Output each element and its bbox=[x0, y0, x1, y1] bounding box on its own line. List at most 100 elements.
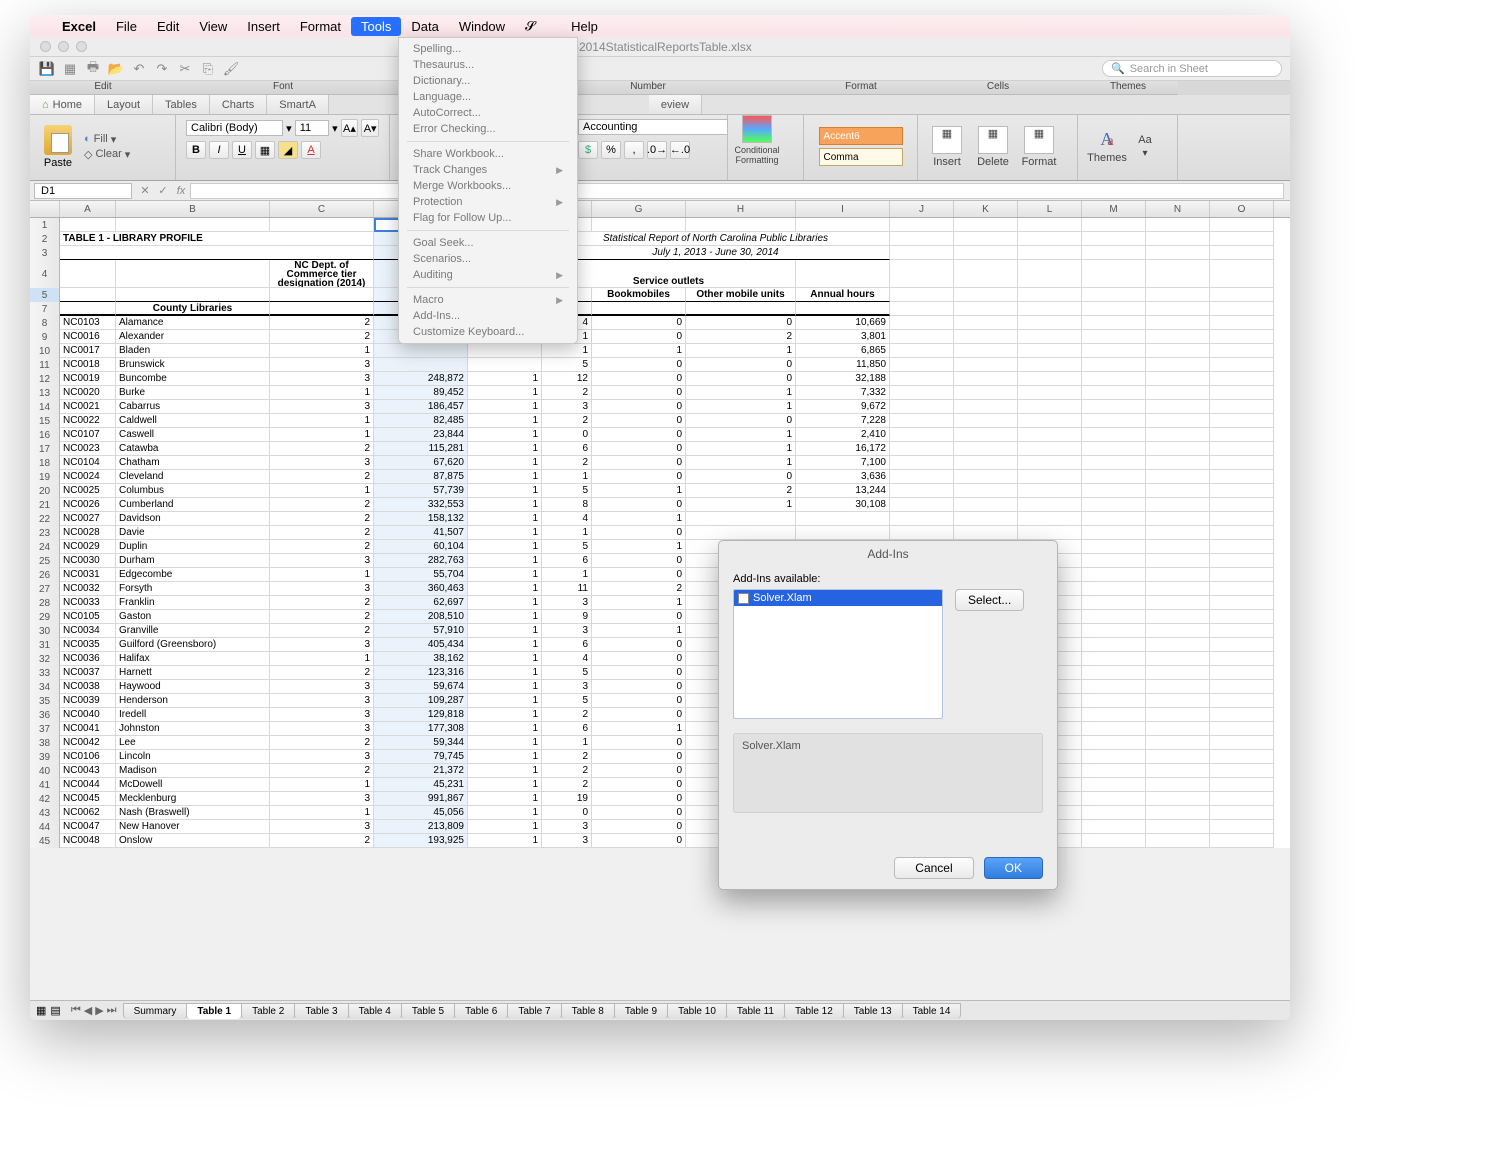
number-format[interactable]: Accounting bbox=[578, 119, 728, 135]
cell[interactable]: July 1, 2013 - June 30, 2014 bbox=[542, 246, 890, 260]
cell[interactable] bbox=[890, 386, 954, 400]
cell[interactable] bbox=[1146, 470, 1210, 484]
cell[interactable]: NC0036 bbox=[60, 652, 116, 666]
cell[interactable] bbox=[1082, 358, 1146, 372]
cell[interactable] bbox=[954, 372, 1018, 386]
cell[interactable] bbox=[954, 512, 1018, 526]
cell[interactable]: 6 bbox=[542, 722, 592, 736]
next-sheet-icon[interactable]: ▶ bbox=[95, 1004, 103, 1017]
cell[interactable]: 1 bbox=[686, 456, 796, 470]
cell[interactable] bbox=[1082, 652, 1146, 666]
cell[interactable] bbox=[1018, 400, 1082, 414]
cell[interactable] bbox=[1210, 624, 1274, 638]
cell[interactable]: NC0034 bbox=[60, 624, 116, 638]
cell[interactable] bbox=[686, 512, 796, 526]
cell[interactable] bbox=[1146, 736, 1210, 750]
name-box[interactable]: D1 bbox=[34, 183, 132, 199]
cell[interactable]: 1 bbox=[468, 820, 542, 834]
cell[interactable] bbox=[686, 302, 796, 316]
cell[interactable]: 0 bbox=[686, 316, 796, 330]
cell[interactable] bbox=[890, 358, 954, 372]
row-header[interactable]: 37 bbox=[30, 722, 60, 736]
cell[interactable] bbox=[1018, 442, 1082, 456]
cell[interactable] bbox=[1082, 568, 1146, 582]
cell[interactable] bbox=[1210, 498, 1274, 512]
cell[interactable]: 2 bbox=[542, 414, 592, 428]
cell[interactable] bbox=[1146, 442, 1210, 456]
cell[interactable] bbox=[1018, 302, 1082, 316]
cell[interactable] bbox=[1210, 764, 1274, 778]
cell[interactable]: 3 bbox=[270, 358, 374, 372]
cell[interactable]: 1 bbox=[542, 470, 592, 484]
cell[interactable]: 2 bbox=[592, 582, 686, 596]
cell[interactable] bbox=[1018, 288, 1082, 302]
cell[interactable] bbox=[1082, 778, 1146, 792]
cell[interactable] bbox=[1082, 582, 1146, 596]
cell[interactable]: 2 bbox=[270, 316, 374, 330]
cell[interactable]: Cabarrus bbox=[116, 400, 270, 414]
cell[interactable]: NC0045 bbox=[60, 792, 116, 806]
addins-listbox[interactable]: Solver.Xlam bbox=[733, 589, 943, 719]
row-header[interactable]: 3 bbox=[30, 246, 60, 260]
cell[interactable] bbox=[1082, 288, 1146, 302]
cell[interactable] bbox=[1146, 596, 1210, 610]
cell[interactable]: Guilford (Greensboro) bbox=[116, 638, 270, 652]
row-header[interactable]: 19 bbox=[30, 470, 60, 484]
cell[interactable] bbox=[1082, 498, 1146, 512]
menu-help[interactable]: Help bbox=[561, 17, 608, 36]
fill-button[interactable]: ◐Fill ▾ bbox=[84, 133, 130, 146]
cell[interactable]: 2 bbox=[270, 610, 374, 624]
menu-window[interactable]: Window bbox=[449, 17, 515, 36]
sheet-tab[interactable]: Table 9 bbox=[614, 1003, 668, 1019]
cell[interactable]: Other mobile units bbox=[686, 288, 796, 302]
cell[interactable]: 11 bbox=[542, 582, 592, 596]
cell[interactable] bbox=[1210, 260, 1274, 288]
border-button[interactable]: ▦ bbox=[255, 141, 275, 159]
fill-color[interactable]: ◢ bbox=[278, 141, 298, 159]
cell[interactable]: 1 bbox=[468, 554, 542, 568]
cell[interactable] bbox=[1082, 792, 1146, 806]
cell[interactable]: 1 bbox=[468, 596, 542, 610]
cell[interactable] bbox=[592, 302, 686, 316]
cell[interactable] bbox=[1082, 526, 1146, 540]
cell[interactable] bbox=[954, 358, 1018, 372]
cell[interactable]: 3 bbox=[270, 750, 374, 764]
cell[interactable]: 1 bbox=[542, 568, 592, 582]
cell[interactable]: Buncombe bbox=[116, 372, 270, 386]
cell[interactable]: 0 bbox=[686, 358, 796, 372]
cell[interactable]: NC0020 bbox=[60, 386, 116, 400]
cell[interactable] bbox=[1210, 806, 1274, 820]
cell[interactable]: 1 bbox=[468, 484, 542, 498]
cell[interactable]: 1 bbox=[468, 680, 542, 694]
cell[interactable]: NC0104 bbox=[60, 456, 116, 470]
cell[interactable] bbox=[954, 344, 1018, 358]
cell[interactable] bbox=[890, 484, 954, 498]
cell[interactable] bbox=[60, 302, 116, 316]
cell[interactable]: 3 bbox=[270, 792, 374, 806]
cell[interactable]: 1 bbox=[468, 386, 542, 400]
cell[interactable]: Alexander bbox=[116, 330, 270, 344]
cell[interactable]: NC0062 bbox=[60, 806, 116, 820]
cell[interactable]: 129,818 bbox=[374, 708, 468, 722]
cell[interactable]: 1 bbox=[468, 666, 542, 680]
cell[interactable] bbox=[1210, 246, 1274, 260]
cell[interactable]: NC0043 bbox=[60, 764, 116, 778]
menu-edit[interactable]: Edit bbox=[147, 17, 189, 36]
cell[interactable] bbox=[1146, 750, 1210, 764]
cell[interactable]: 282,763 bbox=[374, 554, 468, 568]
cell[interactable]: 5 bbox=[542, 540, 592, 554]
cell[interactable]: 6 bbox=[542, 638, 592, 652]
cell[interactable] bbox=[1082, 442, 1146, 456]
cell[interactable] bbox=[1018, 484, 1082, 498]
cell[interactable]: Brunswick bbox=[116, 358, 270, 372]
cell[interactable]: 1 bbox=[468, 708, 542, 722]
cell[interactable] bbox=[1146, 582, 1210, 596]
cell[interactable]: NC0024 bbox=[60, 470, 116, 484]
row-header[interactable]: 40 bbox=[30, 764, 60, 778]
ribbon-tab[interactable]: Tables bbox=[153, 95, 210, 114]
cell[interactable] bbox=[1146, 246, 1210, 260]
first-sheet-icon[interactable]: ⏮ bbox=[71, 1004, 81, 1017]
cell[interactable]: 213,809 bbox=[374, 820, 468, 834]
cell[interactable]: 3 bbox=[270, 722, 374, 736]
cell[interactable] bbox=[1210, 330, 1274, 344]
